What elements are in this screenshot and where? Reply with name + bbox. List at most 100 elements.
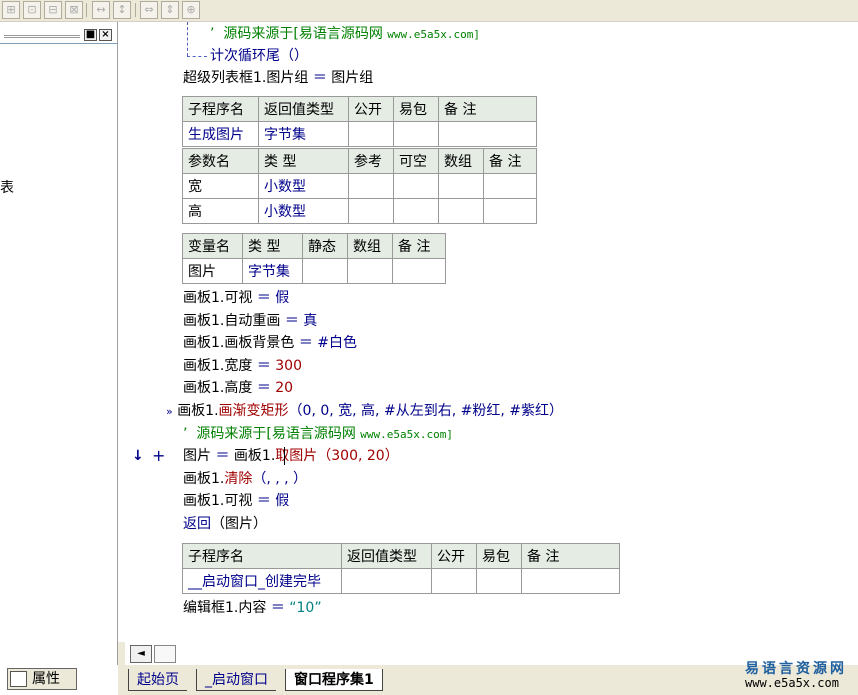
- cell[interactable]: [521, 568, 620, 594]
- header-cell: 类 型: [242, 233, 303, 259]
- cell[interactable]: [438, 173, 484, 199]
- cell[interactable]: [347, 258, 393, 284]
- cell[interactable]: [348, 198, 394, 224]
- align-right-icon[interactable]: ⊟: [44, 1, 62, 19]
- code-object: 画板1.可视: [183, 290, 253, 306]
- cell[interactable]: 小数型: [258, 173, 349, 199]
- code-value: 300: [275, 358, 302, 374]
- code-value: 真: [303, 313, 318, 329]
- table-header-row: 子程序名 返回值类型 公开 易包 备 注: [182, 96, 537, 122]
- code-line[interactable]: 画板1.可视 ＝ 假: [183, 289, 289, 307]
- restore-button[interactable]: ■: [84, 29, 97, 41]
- cell[interactable]: [341, 568, 432, 594]
- cell[interactable]: [483, 198, 537, 224]
- down-arrow-icon[interactable]: ↓: [132, 447, 144, 465]
- table-row[interactable]: 生成图片 字节集: [182, 121, 537, 147]
- code-line[interactable]: 画板1.自动重画 ＝ 真: [183, 312, 317, 330]
- cell[interactable]: [302, 258, 348, 284]
- table-header-row: 子程序名 返回值类型 公开 易包 备 注: [182, 543, 620, 569]
- getpic-line[interactable]: 图片 ＝ 画板1.取图片（300, 20）: [183, 447, 399, 465]
- cell[interactable]: [483, 173, 537, 199]
- code-line[interactable]: 画板1.画板背景色 ＝ #白色: [183, 334, 357, 352]
- code-value: 20: [275, 380, 294, 396]
- assign-rhs: 图片组: [331, 70, 374, 86]
- cell[interactable]: [393, 121, 439, 147]
- comment-line[interactable]: ’ 源码来源于[易语言源码网 www.e5a5x.com]: [183, 425, 453, 444]
- sub-table: 子程序名 返回值类型 公开 易包 备 注 生成图片 字节集: [182, 96, 537, 147]
- cell[interactable]: [348, 173, 394, 199]
- last-line[interactable]: 编辑框1.内容 ＝ “10”: [183, 599, 322, 617]
- panel-grip[interactable]: [4, 35, 80, 38]
- align-center-icon[interactable]: ⊡: [23, 1, 41, 19]
- comment-url: www.e5a5x.com]: [360, 428, 453, 441]
- header-cell: 备 注: [392, 233, 446, 259]
- cell[interactable]: [393, 198, 439, 224]
- code-operator: ＝: [215, 448, 230, 464]
- cell[interactable]: 小数型: [258, 198, 349, 224]
- header-cell: 子程序名: [182, 543, 342, 569]
- close-button[interactable]: ×: [99, 29, 112, 41]
- code-line[interactable]: 画板1.高度 ＝ 20: [183, 379, 293, 397]
- cell[interactable]: [348, 121, 394, 147]
- same-size-icon[interactable]: ⊕: [182, 1, 200, 19]
- cell[interactable]: [431, 568, 477, 594]
- code-method: 画渐变矩形: [218, 403, 289, 419]
- cell[interactable]: 高: [182, 198, 259, 224]
- cell[interactable]: __启动窗口_创建完毕: [182, 568, 342, 594]
- cell[interactable]: [438, 198, 484, 224]
- visible-line[interactable]: 画板1.可视 ＝ 假: [183, 492, 289, 510]
- code-value: 假: [275, 290, 290, 306]
- code-keyword: 返回: [183, 516, 211, 532]
- code-editor[interactable]: ’ 源码来源于[易语言源码网 www.e5a5x.com] 计次循环尾（） 超级…: [118, 22, 858, 642]
- code-value: “10”: [289, 600, 322, 616]
- cell[interactable]: 字节集: [242, 258, 303, 284]
- align-top-icon[interactable]: ⊠: [65, 1, 83, 19]
- same-width-icon[interactable]: ↔: [92, 1, 110, 19]
- table-row[interactable]: 高 小数型: [182, 198, 537, 224]
- plus-icon[interactable]: +: [152, 447, 165, 465]
- cell[interactable]: [476, 568, 522, 594]
- assign-line[interactable]: 超级列表框1.图片组 ＝ 图片组: [183, 69, 373, 87]
- same-height-icon[interactable]: ↕: [113, 1, 131, 19]
- watermark-url: www.e5a5x.com: [745, 676, 839, 690]
- cell[interactable]: 图片: [182, 258, 243, 284]
- table-row[interactable]: 宽 小数型: [182, 173, 537, 199]
- table-row[interactable]: __启动窗口_创建完毕: [182, 568, 620, 594]
- return-line[interactable]: 返回（图片）: [183, 515, 267, 533]
- breakpoint-marker-icon[interactable]: »: [166, 405, 173, 418]
- align-middle-icon[interactable]: ⇔: [140, 1, 158, 19]
- tab-startup-window[interactable]: _启动窗口: [196, 669, 276, 691]
- header-cell: 参数名: [182, 148, 259, 174]
- comment-text: 源码来源于[易语言源码网: [196, 426, 356, 442]
- comment-line[interactable]: ’ 源码来源于[易语言源码网 www.e5a5x.com]: [210, 25, 480, 44]
- cell[interactable]: [438, 121, 537, 147]
- table-row[interactable]: 图片 字节集: [182, 258, 446, 284]
- code-operator: ＝: [256, 493, 271, 509]
- code-operator: ＝: [298, 335, 313, 351]
- code-operator: ＝: [270, 600, 285, 616]
- tab-start-page[interactable]: 起始页: [128, 669, 187, 691]
- code-line[interactable]: 画板1.宽度 ＝ 300: [183, 357, 302, 375]
- watermark-title: 易语言资源网: [745, 661, 847, 677]
- tab-window-assembly[interactable]: 窗口程序集1: [285, 669, 383, 691]
- clear-line[interactable]: 画板1.清除（, , , ）: [183, 470, 307, 488]
- scroll-left-icon[interactable]: ◄: [130, 645, 152, 663]
- header-cell: 备 注: [483, 148, 537, 174]
- cell[interactable]: 宽: [182, 173, 259, 199]
- header-cell: 静态: [302, 233, 348, 259]
- scroll-thumb[interactable]: [154, 645, 176, 663]
- align-left-icon[interactable]: ⊞: [2, 1, 20, 19]
- cell[interactable]: 字节集: [258, 121, 349, 147]
- var-table: 变量名 类 型 静态 数组 备 注 图片 字节集: [182, 233, 446, 284]
- code-value: 假: [275, 493, 290, 509]
- align-bottom-icon[interactable]: ⇕: [161, 1, 179, 19]
- panel-edge-text: 表: [0, 180, 14, 196]
- cell[interactable]: [393, 173, 439, 199]
- loop-guide: [187, 22, 188, 56]
- header-cell: 子程序名: [182, 96, 259, 122]
- cell[interactable]: [392, 258, 446, 284]
- gradient-line[interactable]: » 画板1.画渐变矩形（0, 0, 宽, 高, #从左到右, #粉红, #紫红）: [166, 402, 563, 421]
- loop-end-line[interactable]: 计次循环尾（）: [210, 47, 308, 65]
- cell[interactable]: 生成图片: [182, 121, 259, 147]
- code-object: 图片: [183, 448, 211, 464]
